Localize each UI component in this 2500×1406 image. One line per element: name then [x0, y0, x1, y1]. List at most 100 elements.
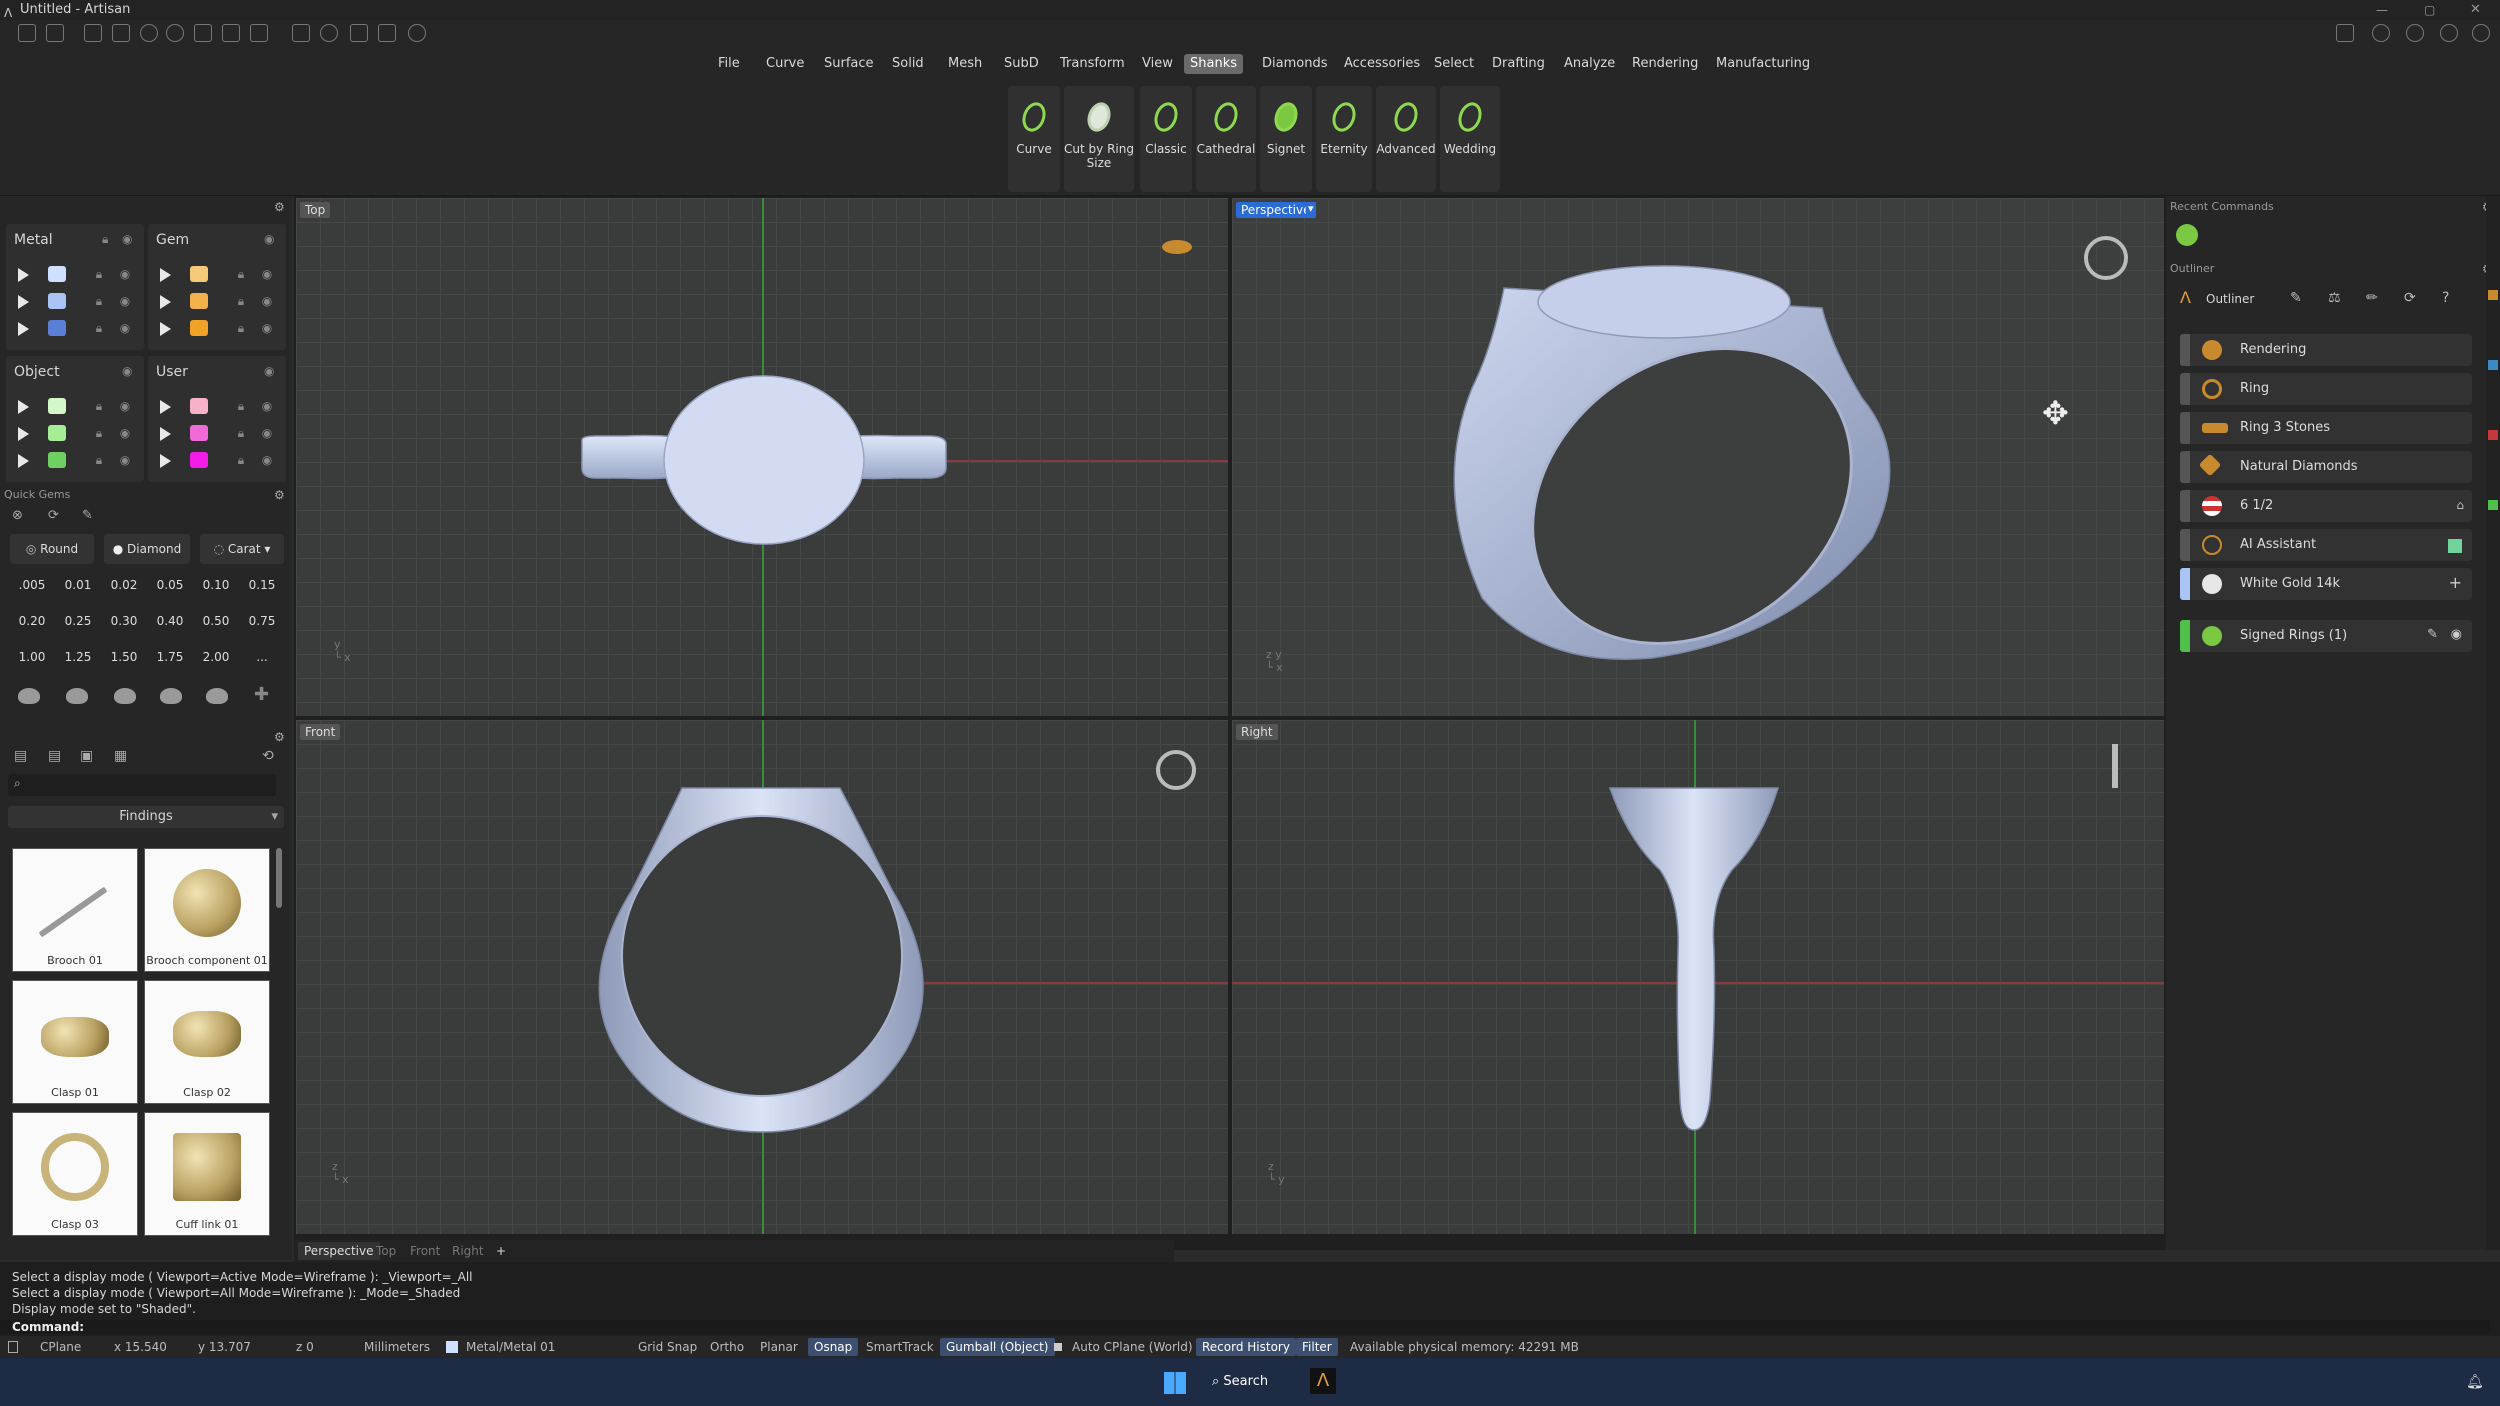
gem-size-button[interactable]: 0.20 — [10, 606, 54, 636]
layer-color-swatch[interactable] — [190, 293, 208, 309]
layer-row[interactable]: 🔒︎ ◉ — [18, 396, 142, 418]
eye-icon[interactable]: ◉ — [260, 321, 274, 335]
units-label[interactable]: Millimeters — [364, 1336, 430, 1358]
menu-diamonds[interactable]: Diamonds — [1256, 54, 1333, 74]
eye-icon[interactable]: ◉ — [118, 399, 132, 413]
play-icon[interactable] — [160, 322, 171, 336]
orbit-ring-icon[interactable] — [1156, 750, 1196, 790]
layer-color-swatch[interactable] — [48, 266, 66, 282]
edit-icon[interactable]: ✏ — [2366, 290, 2378, 306]
lock-icon[interactable]: 🔒︎ — [92, 267, 106, 281]
menu-shanks[interactable]: Shanks — [1184, 54, 1243, 74]
lock-icon[interactable]: 🔒︎ — [92, 426, 106, 440]
menu-subd[interactable]: SubD — [998, 54, 1045, 74]
render-tab-icon[interactable] — [2488, 290, 2498, 300]
lock-icon[interactable]: 🔒︎ — [92, 321, 106, 335]
auto-cplane-checkbox[interactable] — [1054, 1343, 1062, 1351]
balance-icon[interactable]: ⚖ — [2328, 290, 2341, 306]
eye-icon[interactable]: ◉ — [260, 453, 274, 467]
ring-sizer-icon[interactable]: ⌂ — [2456, 498, 2464, 512]
gem-size-button[interactable]: 0.25 — [56, 606, 100, 636]
viewport-front[interactable]: Front z └ x — [296, 720, 1228, 1234]
eye-icon[interactable]: ◉ — [118, 321, 132, 335]
gem-size-button[interactable]: ... — [240, 642, 284, 672]
account-icon[interactable] — [2406, 24, 2424, 42]
library-item[interactable]: Brooch component 01 — [144, 848, 270, 972]
layer-row[interactable]: 🔒︎ ◉ — [160, 396, 284, 418]
gem-cut-cushion-icon[interactable] — [114, 688, 136, 704]
eye-icon[interactable]: ◉ — [260, 399, 274, 413]
gem-cut-round-icon[interactable] — [18, 688, 40, 704]
command-prompt-input[interactable]: Command: — [0, 1320, 2490, 1334]
panel-settings-icon[interactable]: ⚙ — [274, 200, 285, 214]
viewport-top[interactable]: Top y └ x — [296, 198, 1228, 716]
layer-row[interactable]: 🔒︎ ◉ — [18, 318, 142, 340]
cplane-label[interactable]: CPlane — [40, 1336, 81, 1358]
redo-icon[interactable] — [166, 24, 184, 42]
gem-size-button[interactable]: .005 — [10, 570, 54, 600]
play-icon[interactable] — [18, 454, 29, 468]
notifications-icon[interactable]: 🔔︎ — [2466, 1374, 2484, 1390]
outliner-item-ai-assistant[interactable]: AI Assistant — [2180, 529, 2472, 561]
save-icon[interactable] — [194, 24, 212, 42]
layer-row[interactable]: 🔒︎ ◉ — [18, 450, 142, 472]
library-grid-icon[interactable]: ▦ — [114, 748, 127, 764]
eye-icon[interactable]: ◉ — [260, 426, 274, 440]
lock-icon[interactable]: 🔒︎ — [92, 453, 106, 467]
cut-by-ring-size-button[interactable]: Cut by Ring Size — [1064, 86, 1134, 192]
close-button[interactable]: ✕ — [2470, 0, 2481, 20]
wedding-shank-button[interactable]: Wedding — [1440, 86, 1500, 192]
visibility-all-icon[interactable]: ◉ — [122, 232, 132, 246]
taskbar-search-button[interactable]: ⌕ Search — [1212, 1370, 1274, 1394]
library-search-input[interactable]: ⌕ — [8, 774, 276, 796]
toggle-record-history[interactable]: Record History — [1196, 1338, 1296, 1356]
menu-solid[interactable]: Solid — [886, 54, 930, 74]
outliner-item-signed-rings[interactable]: Signed Rings (1) ✎ ◉ — [2180, 620, 2472, 652]
gem-unit-dropdown[interactable]: ◌ Carat ▾ — [200, 534, 284, 564]
pick-icon[interactable]: ✎ — [2290, 290, 2302, 306]
panel-toggle-icon[interactable] — [8, 1341, 18, 1353]
gem-size-button[interactable]: 0.50 — [194, 606, 238, 636]
layer-row[interactable]: 🔒︎ ◉ — [160, 450, 284, 472]
open-recent-icon[interactable] — [112, 24, 130, 42]
menu-curve[interactable]: Curve — [760, 54, 810, 74]
layer-row[interactable]: 🔒︎ ◉ — [18, 291, 142, 313]
menu-mesh[interactable]: Mesh — [942, 54, 988, 74]
save-as-icon[interactable] — [222, 24, 240, 42]
gem-size-button[interactable]: 1.00 — [10, 642, 54, 672]
layer-color-swatch[interactable] — [190, 425, 208, 441]
play-icon[interactable] — [160, 400, 171, 414]
measure-icon[interactable] — [378, 24, 396, 42]
pin-icon[interactable] — [2112, 744, 2118, 788]
layer-row[interactable]: 🔒︎ ◉ — [18, 264, 142, 286]
outliner-item-natural-diamonds[interactable]: Natural Diamonds — [2180, 451, 2472, 483]
eternity-shank-button[interactable]: Eternity — [1316, 86, 1372, 192]
add-tab-button[interactable]: + — [490, 1242, 512, 1260]
menu-file[interactable]: File — [712, 54, 746, 74]
gem-add-icon[interactable]: ✚ — [254, 684, 269, 705]
play-icon[interactable] — [18, 400, 29, 414]
viewport-right[interactable]: Right z └ y — [1232, 720, 2164, 1234]
lock-icon[interactable]: 🔒︎ — [92, 399, 106, 413]
menu-surface[interactable]: Surface — [818, 54, 880, 74]
play-icon[interactable] — [18, 295, 29, 309]
info-icon[interactable] — [2372, 24, 2390, 42]
edit-icon[interactable]: ✎ — [2427, 627, 2438, 642]
help-icon[interactable] — [2440, 24, 2458, 42]
pick-icon[interactable]: ✎ — [82, 508, 93, 523]
play-icon[interactable] — [18, 322, 29, 336]
library-settings-icon[interactable]: ⚙ — [274, 730, 285, 744]
layer-color-swatch[interactable] — [48, 398, 66, 414]
outliner-item-white-gold[interactable]: White Gold 14k + — [2180, 568, 2472, 600]
gem-size-button[interactable]: 0.30 — [102, 606, 146, 636]
tab-front[interactable]: Front — [404, 1242, 446, 1260]
gem-cut-oval-icon[interactable] — [66, 688, 88, 704]
toggle-gumball[interactable]: Gumball (Object) — [940, 1338, 1055, 1356]
layer-color-swatch[interactable] — [190, 452, 208, 468]
library-item[interactable]: Cuff link 01 — [144, 1112, 270, 1236]
lock-icon[interactable]: 🔒︎ — [234, 426, 248, 440]
library-scrollbar[interactable] — [276, 848, 282, 908]
settings-icon[interactable] — [2472, 24, 2490, 42]
gem-size-button[interactable]: 0.15 — [240, 570, 284, 600]
sketch-icon[interactable] — [292, 24, 310, 42]
